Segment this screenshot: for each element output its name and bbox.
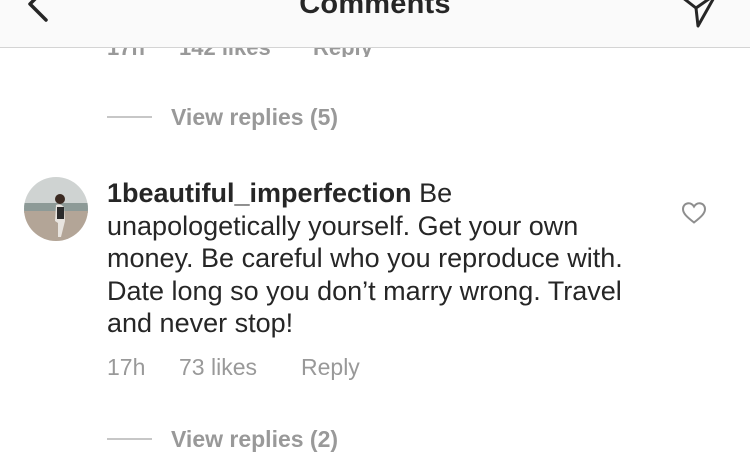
page-title: Comments: [299, 0, 451, 20]
reply-divider-line: [107, 116, 152, 118]
comment-likes[interactable]: 73 likes: [179, 354, 257, 381]
comment-body: 1beautiful_imperfection Be unapologetica…: [107, 177, 647, 340]
paper-plane-icon[interactable]: [676, 0, 718, 30]
top-bar: Comments: [0, 0, 750, 48]
comment-time: 17h: [107, 354, 146, 380]
reply-button[interactable]: Reply: [301, 354, 360, 381]
view-replies-label[interactable]: View replies (2): [171, 426, 338, 453]
heart-outline-icon[interactable]: [681, 201, 707, 225]
comment-username[interactable]: 1beautiful_imperfection: [107, 178, 412, 208]
avatar[interactable]: [24, 177, 88, 241]
reply-divider-line: [107, 438, 152, 440]
view-replies-label[interactable]: View replies (5): [171, 104, 338, 131]
